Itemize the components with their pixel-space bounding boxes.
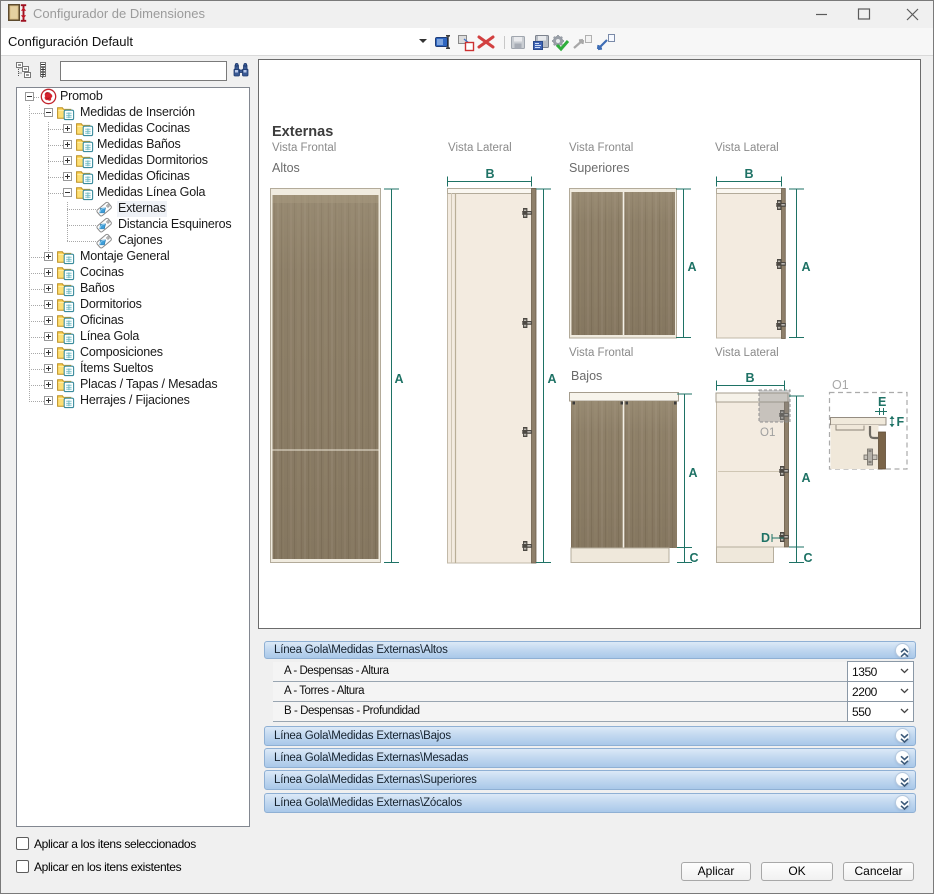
svg-text:C: C [804,551,813,565]
svg-text:Superiores: Superiores [569,161,629,175]
svg-text:Vista Lateral: Vista Lateral [715,142,779,154]
svg-text:F: F [897,415,905,429]
svg-text:B: B [744,167,753,181]
svg-text:A: A [688,260,697,274]
svg-text:Externas: Externas [272,124,333,140]
svg-text:A: A [548,372,557,386]
svg-text:E: E [878,395,886,409]
svg-text:B: B [485,167,494,181]
svg-text:Altos: Altos [272,161,300,175]
svg-text:Vista Lateral: Vista Lateral [715,347,779,359]
svg-text:A: A [689,466,698,480]
svg-text:Vista Frontal: Vista Frontal [569,142,633,154]
svg-text:Bajos: Bajos [571,369,602,383]
svg-text:A: A [802,471,811,485]
svg-text:A: A [802,260,811,274]
svg-text:C: C [690,551,699,565]
svg-text:A: A [395,372,404,386]
svg-text:O1: O1 [832,378,849,392]
svg-text:O1: O1 [760,427,775,439]
svg-text:D: D [761,531,770,545]
svg-text:Vista Lateral: Vista Lateral [448,142,512,154]
svg-text:B: B [745,371,754,385]
svg-text:Vista Frontal: Vista Frontal [272,142,336,154]
svg-text:Vista Frontal: Vista Frontal [569,347,633,359]
